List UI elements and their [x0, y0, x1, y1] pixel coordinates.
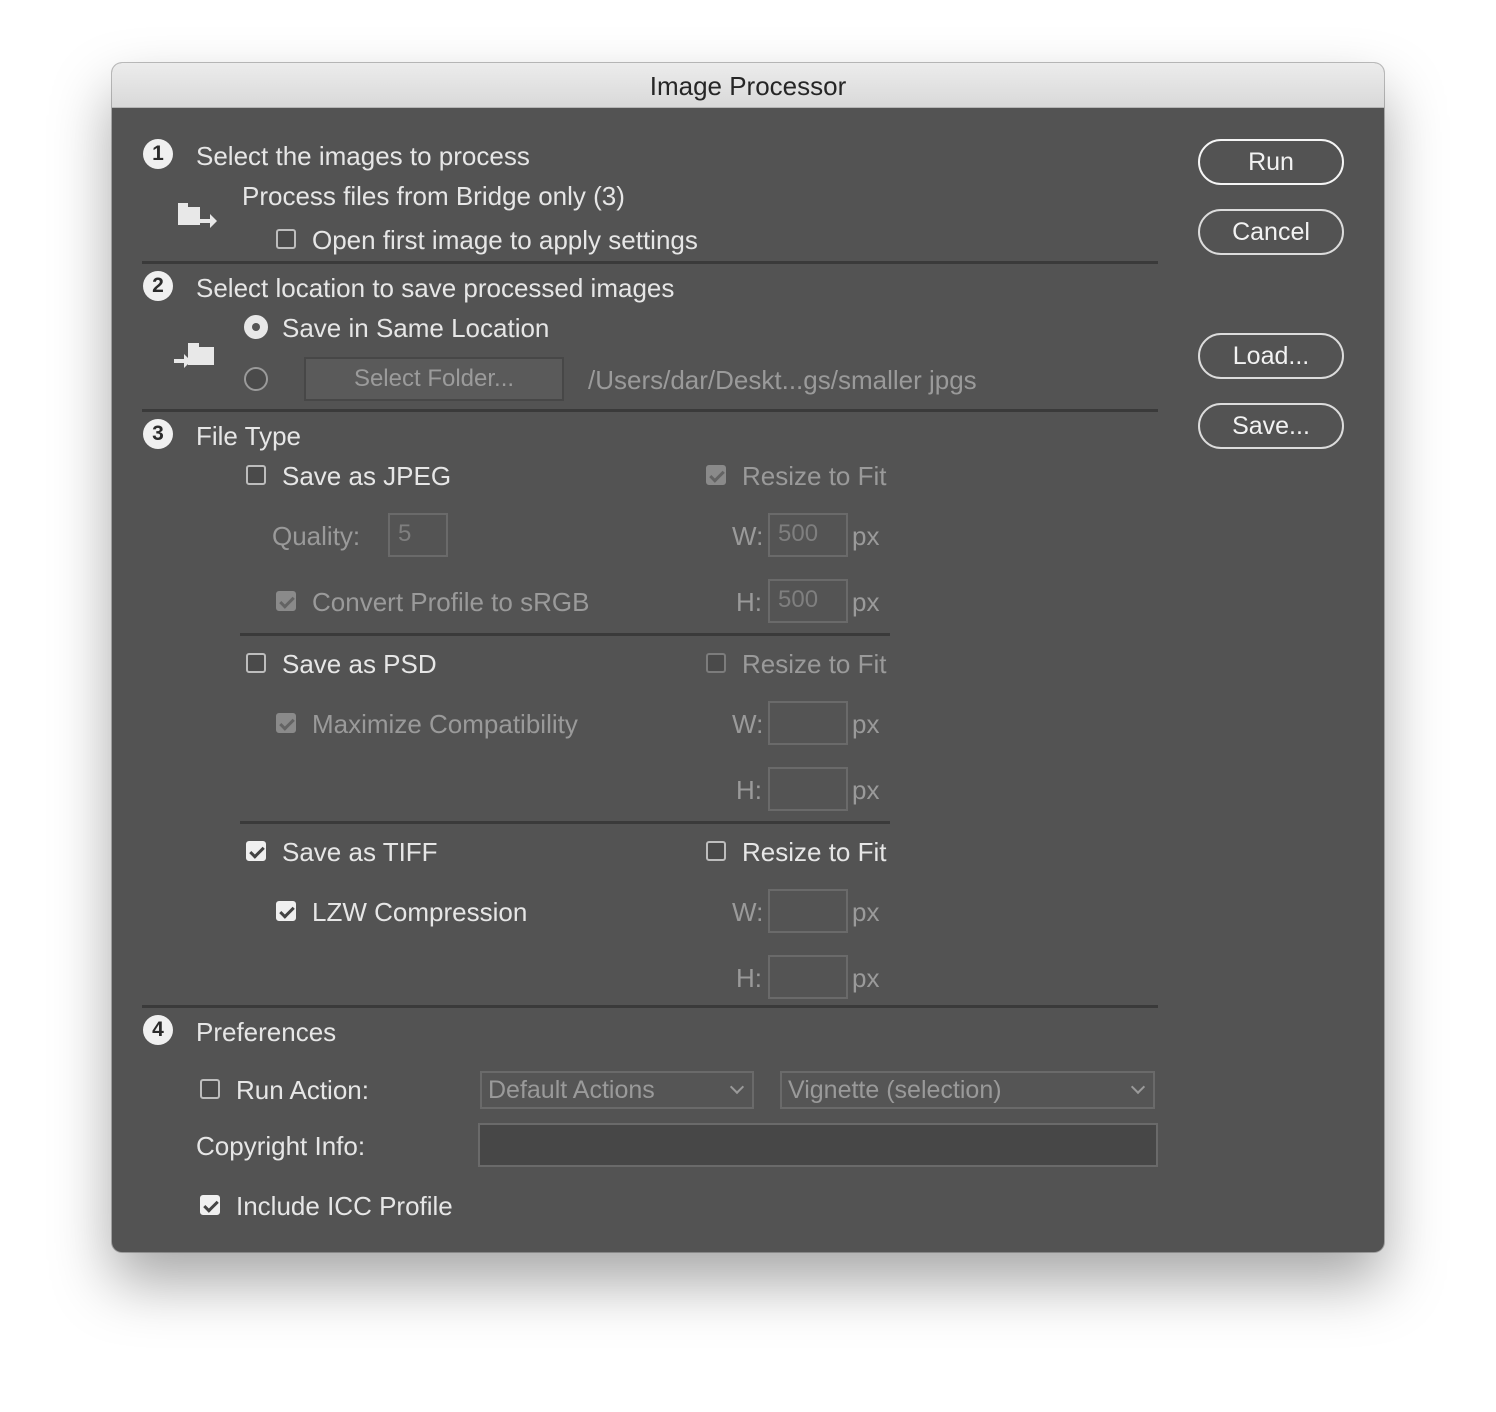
jpeg-resize-checkbox[interactable] — [706, 465, 726, 485]
maximize-compatibility-checkbox[interactable] — [276, 713, 296, 733]
lzw-compression-label[interactable]: LZW Compression — [312, 897, 527, 927]
save-tiff-checkbox[interactable] — [246, 841, 266, 861]
action-set-value: Default Actions — [488, 1076, 655, 1104]
cancel-button[interactable]: Cancel — [1198, 209, 1344, 255]
psd-resize-checkbox[interactable] — [706, 653, 726, 673]
step-3-badge: 3 — [143, 419, 173, 449]
divider — [142, 1005, 1158, 1008]
select-folder-radio[interactable] — [244, 367, 268, 391]
step-3-heading: File Type — [196, 421, 302, 451]
jpeg-w-unit: px — [852, 521, 880, 551]
save-jpeg-label[interactable]: Save as JPEG — [282, 461, 451, 491]
save-psd-label[interactable]: Save as PSD — [282, 649, 437, 679]
psd-w-label: W: — [732, 709, 764, 739]
run-button[interactable]: Run — [1198, 139, 1344, 185]
jpeg-w-label: W: — [732, 521, 764, 551]
tiff-w-label: W: — [732, 897, 764, 927]
tiff-w-unit: px — [852, 897, 880, 927]
run-action-checkbox[interactable] — [200, 1079, 220, 1099]
psd-resize-label[interactable]: Resize to Fit — [742, 649, 887, 679]
load-button[interactable]: Load... — [1198, 333, 1344, 379]
action-select[interactable]: Vignette (selection) — [780, 1071, 1155, 1109]
psd-width-input[interactable] — [768, 701, 848, 745]
chevron-down-icon — [729, 1079, 745, 1095]
tiff-h-label: H: — [736, 963, 762, 993]
tiff-width-input[interactable] — [768, 889, 848, 933]
window-title: Image Processor — [112, 63, 1384, 108]
copyright-label: Copyright Info: — [196, 1131, 366, 1161]
same-location-label[interactable]: Save in Same Location — [282, 313, 549, 343]
action-value: Vignette (selection) — [788, 1076, 1002, 1104]
jpeg-resize-label[interactable]: Resize to Fit — [742, 461, 887, 491]
quality-input[interactable]: 5 — [388, 513, 448, 557]
tiff-resize-label[interactable]: Resize to Fit — [742, 837, 887, 867]
save-settings-button[interactable]: Save... — [1198, 403, 1344, 449]
bridge-source-text: Process files from Bridge only (3) — [242, 181, 625, 211]
open-first-image-label[interactable]: Open first image to apply settings — [312, 225, 698, 255]
save-psd-checkbox[interactable] — [246, 653, 266, 673]
divider — [142, 409, 1158, 412]
tiff-resize-checkbox[interactable] — [706, 841, 726, 861]
jpeg-width-input[interactable]: 500 — [768, 513, 848, 557]
divider — [142, 261, 1158, 264]
tiff-height-input[interactable] — [768, 955, 848, 999]
include-icc-checkbox[interactable] — [200, 1195, 220, 1215]
save-jpeg-checkbox[interactable] — [246, 465, 266, 485]
psd-height-input[interactable] — [768, 767, 848, 811]
copyright-input[interactable] — [478, 1123, 1158, 1167]
select-folder-button[interactable]: Select Folder... — [304, 357, 564, 401]
jpeg-h-label: H: — [736, 587, 762, 617]
psd-w-unit: px — [852, 709, 880, 739]
include-icc-label[interactable]: Include ICC Profile — [236, 1191, 453, 1221]
maximize-compatibility-label[interactable]: Maximize Compatibility — [312, 709, 578, 739]
step-4-heading: Preferences — [196, 1017, 337, 1047]
step-1-heading: Select the images to process — [196, 141, 530, 171]
divider — [240, 633, 890, 636]
jpeg-h-unit: px — [852, 587, 880, 617]
step-2-badge: 2 — [143, 271, 173, 301]
run-action-label[interactable]: Run Action: — [236, 1075, 369, 1105]
convert-srgb-label[interactable]: Convert Profile to sRGB — [312, 587, 589, 617]
step-4-badge: 4 — [143, 1015, 173, 1045]
image-processor-dialog: Image Processor Run Cancel Load... Save.… — [112, 63, 1384, 1252]
folder-path: /Users/dar/Deskt...gs/smaller jpgs — [588, 365, 977, 395]
bridge-files-icon — [178, 203, 217, 228]
step-2-heading: Select location to save processed images — [196, 273, 675, 303]
psd-h-unit: px — [852, 775, 880, 805]
same-location-radio[interactable] — [244, 315, 268, 339]
action-set-select[interactable]: Default Actions — [480, 1071, 754, 1109]
save-tiff-label[interactable]: Save as TIFF — [282, 837, 438, 867]
quality-label: Quality: — [272, 521, 361, 551]
open-first-image-checkbox[interactable] — [276, 229, 296, 249]
convert-srgb-checkbox[interactable] — [276, 591, 296, 611]
jpeg-height-input[interactable]: 500 — [768, 579, 848, 623]
save-folder-icon — [174, 343, 214, 368]
tiff-h-unit: px — [852, 963, 880, 993]
psd-h-label: H: — [736, 775, 762, 805]
lzw-compression-checkbox[interactable] — [276, 901, 296, 921]
chevron-down-icon — [1130, 1079, 1146, 1095]
divider — [240, 821, 890, 824]
step-1-badge: 1 — [143, 139, 173, 169]
